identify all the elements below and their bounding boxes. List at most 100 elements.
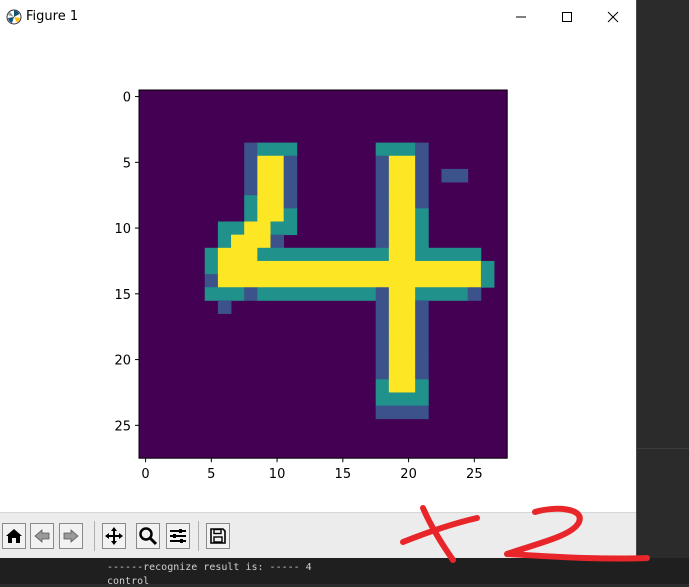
- window-titlebar[interactable]: Figure 1: [0, 0, 636, 34]
- image-pixel: [415, 313, 429, 328]
- image-pixel: [231, 274, 245, 288]
- home-button[interactable]: [2, 523, 26, 549]
- image-pixel: [388, 182, 403, 196]
- save-icon: [210, 528, 226, 544]
- image-pixel: [388, 339, 403, 354]
- image-pixel: [375, 300, 390, 314]
- image-pixel: [231, 221, 245, 236]
- annotation-two: [504, 505, 650, 562]
- image-pixel: [375, 247, 390, 262]
- zoom-icon: [139, 527, 158, 546]
- image-pixel: [375, 142, 390, 157]
- toolbar-separator: [198, 521, 199, 551]
- image-pixel: [375, 234, 390, 249]
- image-pixel: [349, 247, 363, 262]
- image-pixel: [270, 274, 285, 288]
- zoom-button[interactable]: [136, 523, 160, 549]
- maximize-button[interactable]: [544, 0, 590, 34]
- image-pixel: [415, 168, 429, 183]
- image-pixel: [415, 182, 429, 196]
- image-pixel: [204, 274, 219, 288]
- image-pixel: [415, 326, 429, 341]
- image-pixel: [441, 274, 455, 288]
- image-pixel: [388, 208, 403, 222]
- image-pixel: [257, 287, 271, 301]
- image-pixel: [415, 366, 429, 380]
- image-pixel: [388, 142, 403, 157]
- image-pixel: [217, 247, 232, 262]
- image-pixel: [454, 247, 469, 262]
- image-pixel: [257, 195, 271, 209]
- image-pixel: [388, 287, 403, 301]
- image-pixel: [454, 287, 469, 301]
- image-pixel: [257, 260, 271, 275]
- image-pixel: [283, 155, 298, 170]
- image-pixel: [309, 287, 324, 301]
- image-pixel: [402, 405, 416, 420]
- image-pixel: [415, 234, 429, 249]
- minimize-icon: [516, 16, 526, 18]
- image-pixel: [402, 247, 416, 262]
- image-plot: 0 5 10 15 20 25 0 5 10 15 20 25: [114, 89, 508, 482]
- image-pixel: [217, 234, 232, 249]
- terminal-line-next: control: [107, 576, 150, 587]
- image-pixel: [270, 155, 285, 170]
- image-pixel: [375, 155, 390, 170]
- image-pixel: [415, 142, 429, 157]
- configure-subplots-icon: [170, 529, 186, 543]
- plot-canvas[interactable]: 0 5 10 15 20 25 0 5 10 15 20 25: [0, 34, 636, 512]
- close-button[interactable]: [590, 0, 636, 34]
- image-pixel: [441, 287, 455, 301]
- image-pixel: [204, 260, 219, 275]
- image-pixel: [283, 274, 298, 288]
- image-pixel: [402, 379, 416, 393]
- save-button[interactable]: [206, 523, 230, 549]
- window-title: Figure 1: [26, 9, 79, 24]
- image-pixel: [231, 260, 245, 275]
- configure-subplots-button[interactable]: [166, 523, 190, 549]
- image-pixel: [388, 326, 403, 341]
- image-pixel: [336, 260, 350, 275]
- minimize-button[interactable]: [498, 0, 544, 34]
- image-pixel: [441, 247, 455, 262]
- image-pixel: [349, 260, 363, 275]
- image-pixel: [415, 287, 429, 301]
- x-tick-label: 10: [269, 467, 286, 482]
- image-pixel: [415, 208, 429, 222]
- image-pixel: [388, 300, 403, 314]
- matplotlib-logo-icon: [6, 9, 22, 25]
- image-pixel: [231, 247, 245, 262]
- image-pixel: [415, 379, 429, 393]
- image-pixel: [402, 168, 416, 183]
- image-pixel: [402, 326, 416, 341]
- image-pixel: [349, 287, 363, 301]
- home-icon: [6, 529, 22, 543]
- image-pixel: [375, 287, 390, 301]
- image-pixel: [257, 142, 271, 157]
- image-pixel: [375, 313, 390, 328]
- image-pixel: [323, 260, 337, 275]
- image-pixel: [244, 287, 258, 301]
- panel-divider: [637, 448, 689, 449]
- image-pixel: [415, 405, 429, 420]
- image-pixel: [402, 142, 416, 157]
- image-pixel: [362, 247, 377, 262]
- back-button[interactable]: [30, 523, 54, 549]
- image-pixel: [323, 287, 337, 301]
- pan-button[interactable]: [102, 523, 126, 549]
- image-pixel: [309, 247, 324, 262]
- image-pixel: [415, 247, 429, 262]
- image-pixel: [336, 247, 350, 262]
- image-pixel: [257, 274, 271, 288]
- forward-button[interactable]: [59, 523, 83, 549]
- image-pixel: [480, 274, 495, 288]
- image-pixel: [375, 392, 390, 406]
- image-pixel: [244, 221, 258, 236]
- image-pixel: [204, 287, 219, 301]
- image-pixel: [231, 234, 245, 249]
- image-pixel: [309, 260, 324, 275]
- image-pixel: [441, 260, 455, 275]
- image-pixel: [375, 221, 390, 236]
- forward-icon: [63, 529, 79, 543]
- image-pixel: [270, 182, 285, 196]
